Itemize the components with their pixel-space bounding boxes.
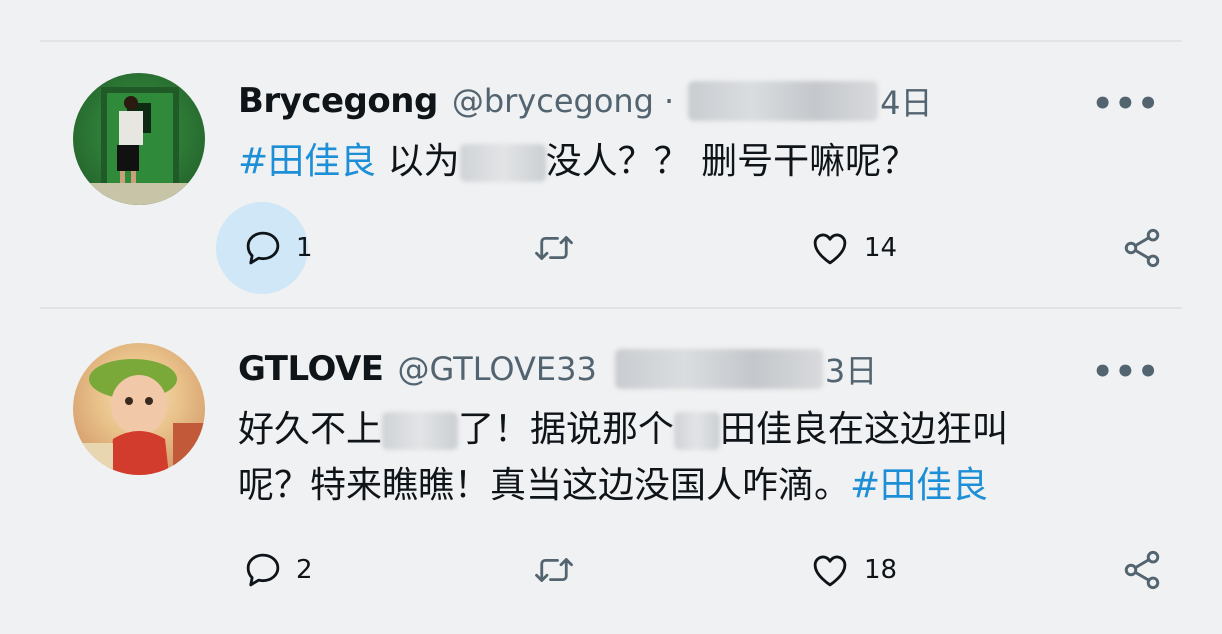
divider xyxy=(40,307,1182,309)
tweet-feed: Brycegong @brycegong · 4日 ••• #田佳良 以为 没人？… xyxy=(0,0,1222,634)
text-segment: 好久不上 xyxy=(238,409,383,450)
retweet-button[interactable] xyxy=(530,218,578,278)
reply-icon xyxy=(246,231,280,265)
like-button[interactable]: 18 xyxy=(808,540,897,600)
tweet-header: Brycegong @brycegong · 4日 xyxy=(238,79,933,123)
redacted-date xyxy=(614,349,823,389)
user-handle[interactable]: @brycegong xyxy=(452,82,654,120)
like-button[interactable]: 14 xyxy=(808,218,897,278)
reply-icon xyxy=(246,553,280,587)
share-icon xyxy=(1124,550,1160,590)
hashtag-link[interactable]: #田佳良 xyxy=(850,465,988,506)
heart-icon xyxy=(813,233,847,265)
tweet-text-line-1: 好久不上 了！据说那个 田佳良在这边狂叫 xyxy=(238,400,1008,460)
share-button[interactable] xyxy=(1120,540,1164,600)
text-segment: 呢？特来瞧瞧！真当这边没国人咋滴。 xyxy=(238,465,851,506)
redacted-text xyxy=(674,412,721,450)
tweet-actions: 2 18 xyxy=(0,540,1222,600)
tweet-date[interactable]: 3日 xyxy=(825,346,877,392)
reply-count: 1 xyxy=(296,233,313,263)
redacted-date xyxy=(688,81,879,121)
redacted-text xyxy=(382,412,459,450)
tweet-text-line-2: 呢？特来瞧瞧！真当这边没国人咋滴。#田佳良 xyxy=(238,456,988,516)
retweet-icon xyxy=(535,558,573,582)
heart-icon xyxy=(813,555,847,587)
avatar-photo xyxy=(73,87,205,205)
avatar-photo xyxy=(73,359,205,475)
like-count: 14 xyxy=(864,233,898,263)
like-count: 18 xyxy=(864,555,898,585)
reply-button[interactable]: 1 xyxy=(242,218,313,278)
tweet-text: #田佳良 以为 没人？？ 删号干嘛呢？ xyxy=(238,132,917,192)
reply-count: 2 xyxy=(296,555,313,585)
reply-button[interactable]: 2 xyxy=(242,540,313,600)
display-name[interactable]: Brycegong xyxy=(238,81,438,121)
avatar[interactable] xyxy=(73,73,205,205)
more-icon[interactable]: ••• xyxy=(1092,352,1160,392)
retweet-icon xyxy=(535,236,573,260)
tweet-actions: 1 14 xyxy=(0,202,1222,294)
text-segment: 了！据说那个 xyxy=(458,409,675,450)
text-segment: 以为 xyxy=(376,141,460,182)
share-button[interactable] xyxy=(1120,218,1164,278)
display-name[interactable]: GTLOVE xyxy=(238,349,384,389)
separator: · xyxy=(663,82,675,120)
avatar[interactable] xyxy=(73,343,205,475)
retweet-button[interactable] xyxy=(530,540,578,600)
more-icon[interactable]: ••• xyxy=(1092,84,1160,124)
tweet-date[interactable]: 4日 xyxy=(880,78,932,124)
hashtag-link[interactable]: #田佳良 xyxy=(238,141,376,182)
user-handle[interactable]: @GTLOVE33 xyxy=(397,350,596,388)
share-icon xyxy=(1124,228,1160,268)
text-segment: 没人？？ 删号干嘛呢？ xyxy=(545,141,918,182)
redacted-text xyxy=(459,144,546,182)
text-segment: 田佳良在这边狂叫 xyxy=(720,409,1009,450)
divider xyxy=(40,40,1182,42)
tweet-header: GTLOVE @GTLOVE33 3日 xyxy=(238,347,877,391)
